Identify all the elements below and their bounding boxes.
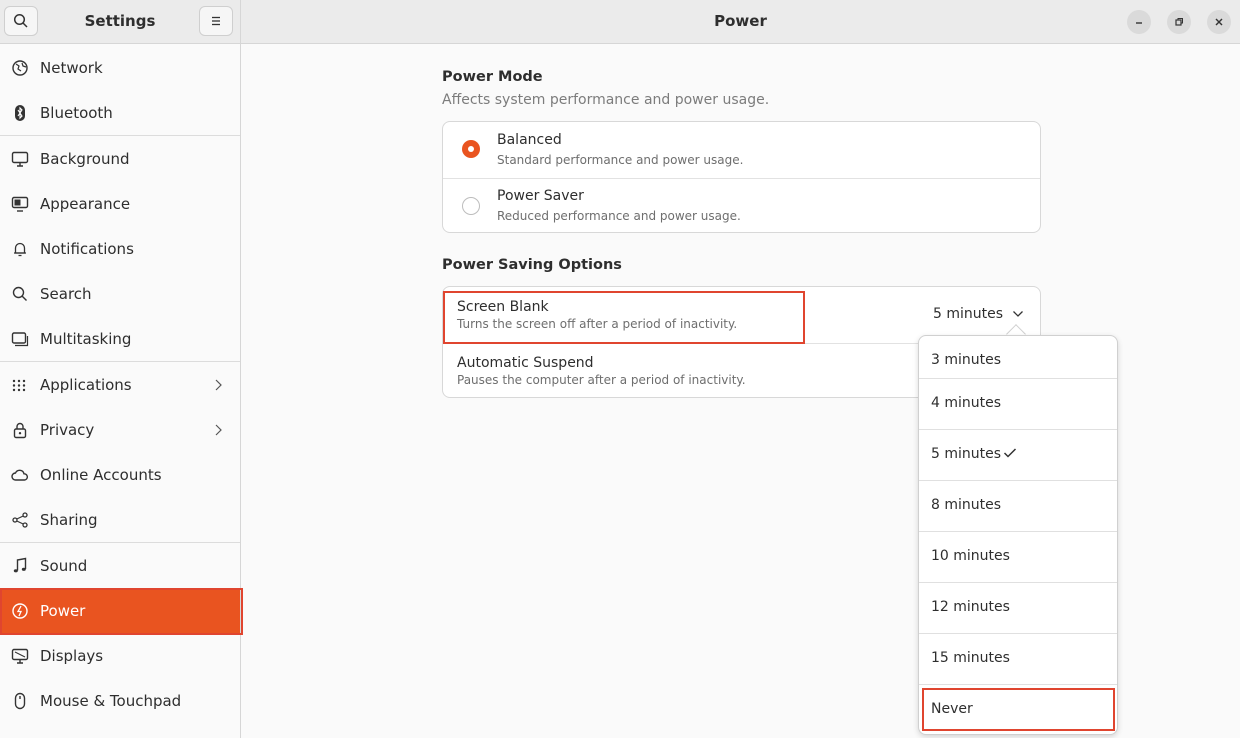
sidebar-item-label: Sound — [40, 556, 88, 575]
dropdown-option-12-minutes[interactable]: 12 minutes — [919, 583, 1117, 634]
multitasking-icon — [11, 330, 29, 348]
dropdown-option-5-minutes[interactable]: 5 minutes — [919, 430, 1117, 481]
chevron-right-icon — [215, 424, 222, 436]
sidebar-item-search[interactable]: Search — [0, 271, 240, 316]
sidebar-item-multitasking[interactable]: Multitasking — [0, 316, 240, 361]
sidebar-header: Settings — [0, 0, 240, 44]
option-label: 4 minutes — [931, 395, 1002, 411]
maximize-button[interactable] — [1167, 10, 1191, 34]
background-icon — [11, 150, 29, 168]
option-label: 15 minutes — [931, 650, 1010, 666]
sidebar-item-bluetooth[interactable]: Bluetooth — [0, 90, 240, 135]
share-icon — [11, 511, 29, 529]
sidebar-item-label: Privacy — [40, 420, 95, 439]
search-icon — [11, 285, 29, 303]
power-mode-card: Balanced Standard performance and power … — [442, 121, 1041, 233]
menu-button[interactable] — [199, 6, 233, 36]
sidebar-item-applications[interactable]: Applications — [0, 362, 240, 407]
main-header: Power — [241, 0, 1240, 44]
option-title: Power Saver — [497, 188, 584, 204]
sidebar-item-label: Search — [40, 284, 92, 303]
sidebar-item-network[interactable]: Network — [0, 45, 240, 90]
lock-icon — [11, 421, 29, 439]
power-saving-title: Power Saving Options — [442, 257, 622, 273]
sidebar-item-label: Network — [40, 58, 103, 77]
sidebar-item-sharing[interactable]: Sharing — [0, 497, 240, 542]
sidebar-item-label: Notifications — [40, 239, 134, 258]
sidebar-item-appearance[interactable]: Appearance — [0, 181, 240, 226]
option-label: 5 minutes — [931, 446, 1002, 462]
radio-unselected[interactable] — [462, 197, 480, 215]
option-subtitle: Reduced performance and power usage. — [497, 209, 741, 223]
minimize-icon — [1136, 22, 1142, 24]
chevron-down-icon[interactable] — [1012, 309, 1024, 319]
option-label: 3 minutes — [931, 352, 1002, 368]
screen-blank-value[interactable]: 5 minutes — [933, 306, 1003, 322]
option-title: Balanced — [497, 132, 562, 148]
sidebar-item-online-accounts[interactable]: Online Accounts — [0, 452, 240, 497]
page-title: Power — [714, 12, 767, 30]
sidebar-item-label: Applications — [40, 375, 132, 394]
network-icon — [11, 59, 29, 77]
close-button[interactable] — [1207, 10, 1231, 34]
sidebar-item-label: Background — [40, 149, 130, 168]
close-icon — [1215, 18, 1223, 26]
dropdown-option-8-minutes[interactable]: 8 minutes — [919, 481, 1117, 532]
sidebar-item-notifications[interactable]: Notifications — [0, 226, 240, 271]
option-label: 12 minutes — [931, 599, 1010, 615]
grid-icon — [11, 376, 29, 394]
sidebar-item-sound[interactable]: Sound — [0, 543, 240, 588]
power-mode-option-power-saver[interactable]: Power Saver Reduced performance and powe… — [443, 179, 1040, 233]
music-note-icon — [11, 557, 29, 575]
power-mode-option-balanced[interactable]: Balanced Standard performance and power … — [443, 122, 1040, 178]
automatic-suspend-subtitle: Pauses the computer after a period of in… — [457, 373, 746, 387]
checkmark-icon — [1003, 448, 1017, 458]
minimize-button[interactable] — [1127, 10, 1151, 34]
cloud-icon — [11, 466, 29, 484]
appearance-icon — [11, 195, 29, 213]
sidebar-item-background[interactable]: Background — [0, 136, 240, 181]
sidebar-item-label: Bluetooth — [40, 103, 113, 122]
highlight-box — [0, 588, 243, 635]
option-label: 8 minutes — [931, 497, 1002, 513]
chevron-right-icon — [215, 379, 222, 391]
sidebar-item-label: Sharing — [40, 510, 98, 529]
sidebar-item-displays[interactable]: Displays — [0, 633, 240, 678]
highlight-box — [922, 688, 1115, 731]
restore-icon — [1175, 18, 1183, 26]
option-subtitle: Standard performance and power usage. — [497, 153, 744, 167]
sidebar-item-label: Appearance — [40, 194, 131, 213]
hamburger-menu-icon — [212, 16, 220, 26]
highlight-box — [443, 291, 805, 344]
option-label: 10 minutes — [931, 548, 1010, 564]
power-mode-title: Power Mode — [442, 69, 543, 85]
sidebar-item-mouse-touchpad[interactable]: Mouse & Touchpad — [0, 678, 240, 723]
mouse-icon — [11, 692, 29, 710]
radio-selected[interactable] — [462, 140, 480, 158]
sidebar-item-privacy[interactable]: Privacy — [0, 407, 240, 452]
sidebar-item-label: Multitasking — [40, 329, 132, 348]
dropdown-option-10-minutes[interactable]: 10 minutes — [919, 532, 1117, 583]
sidebar-item-label: Displays — [40, 646, 104, 665]
power-mode-subtitle: Affects system performance and power usa… — [442, 92, 770, 108]
dropdown-option-4-minutes[interactable]: 4 minutes — [919, 379, 1117, 430]
screen-blank-dropdown: 3 minutes 4 minutes 5 minutes 8 minutes … — [918, 335, 1118, 735]
sidebar-item-label: Mouse & Touchpad — [40, 691, 182, 710]
dropdown-option-15-minutes[interactable]: 15 minutes — [919, 634, 1117, 685]
sidebar-item-label: Online Accounts — [40, 465, 162, 484]
bluetooth-icon — [11, 104, 29, 122]
automatic-suspend-title: Automatic Suspend — [457, 355, 594, 371]
display-icon — [11, 647, 29, 665]
bell-icon — [11, 240, 29, 258]
